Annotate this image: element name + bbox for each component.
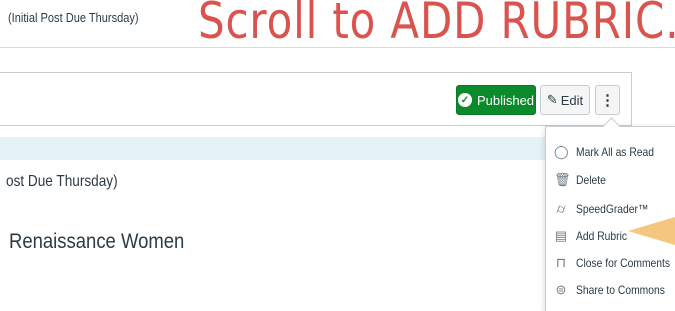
due-date-text: ost Due Thursday) xyxy=(6,173,118,190)
menu-item-label: Mark All as Read xyxy=(576,145,655,159)
menu-item-close-comments[interactable]: ⊓ Close for Comments xyxy=(554,253,675,273)
discussion-title: Renaissance Women xyxy=(9,230,185,253)
menu-item-label: Delete xyxy=(576,173,606,187)
menu-item-label: SpeedGrader™ xyxy=(576,202,649,216)
menu-item-label: Share to Commons xyxy=(576,283,665,297)
rubric-icon: ▤ xyxy=(554,228,568,243)
menu-item-mark-all-read[interactable]: ◯ Mark All as Read xyxy=(554,142,667,162)
pencil-icon: ✎ xyxy=(546,92,558,107)
menu-item-share-commons[interactable]: ⊜ Share to Commons xyxy=(554,280,675,300)
share-icon: ⊜ xyxy=(555,282,567,297)
annotation-banner: Scroll to ADD RUBRIC. xyxy=(198,0,675,50)
trash-icon: 🗑 xyxy=(554,172,571,187)
info-bar xyxy=(0,137,545,160)
edit-button[interactable]: ✎ Edit xyxy=(540,85,590,115)
menu-item-label: Close for Comments xyxy=(576,256,671,270)
menu-item-label: Add Rubric xyxy=(576,229,628,243)
menu-item-add-rubric[interactable]: ▤ Add Rubric xyxy=(554,226,635,246)
lock-icon: ⊓ xyxy=(555,255,567,270)
published-button[interactable]: ✓ Published xyxy=(456,85,536,115)
published-label: Published xyxy=(476,92,535,108)
check-icon: ✓ xyxy=(457,93,472,107)
toolbar xyxy=(0,72,632,126)
menu-item-speedgrader[interactable]: ⌭ SpeedGrader™ xyxy=(554,199,660,219)
breadcrumb: (Initial Post Due Thursday) xyxy=(8,10,139,25)
divider xyxy=(0,47,675,48)
edit-label: Edit xyxy=(560,92,584,108)
annotation-arrow xyxy=(628,217,675,245)
kebab-icon: ⋮ xyxy=(600,92,615,109)
menu-item-delete[interactable]: 🗑 Delete xyxy=(554,170,611,190)
more-options-button[interactable]: ⋮ xyxy=(595,85,620,115)
speedgrader-icon: ⌭ xyxy=(556,201,566,216)
circle-icon: ◯ xyxy=(554,144,569,159)
